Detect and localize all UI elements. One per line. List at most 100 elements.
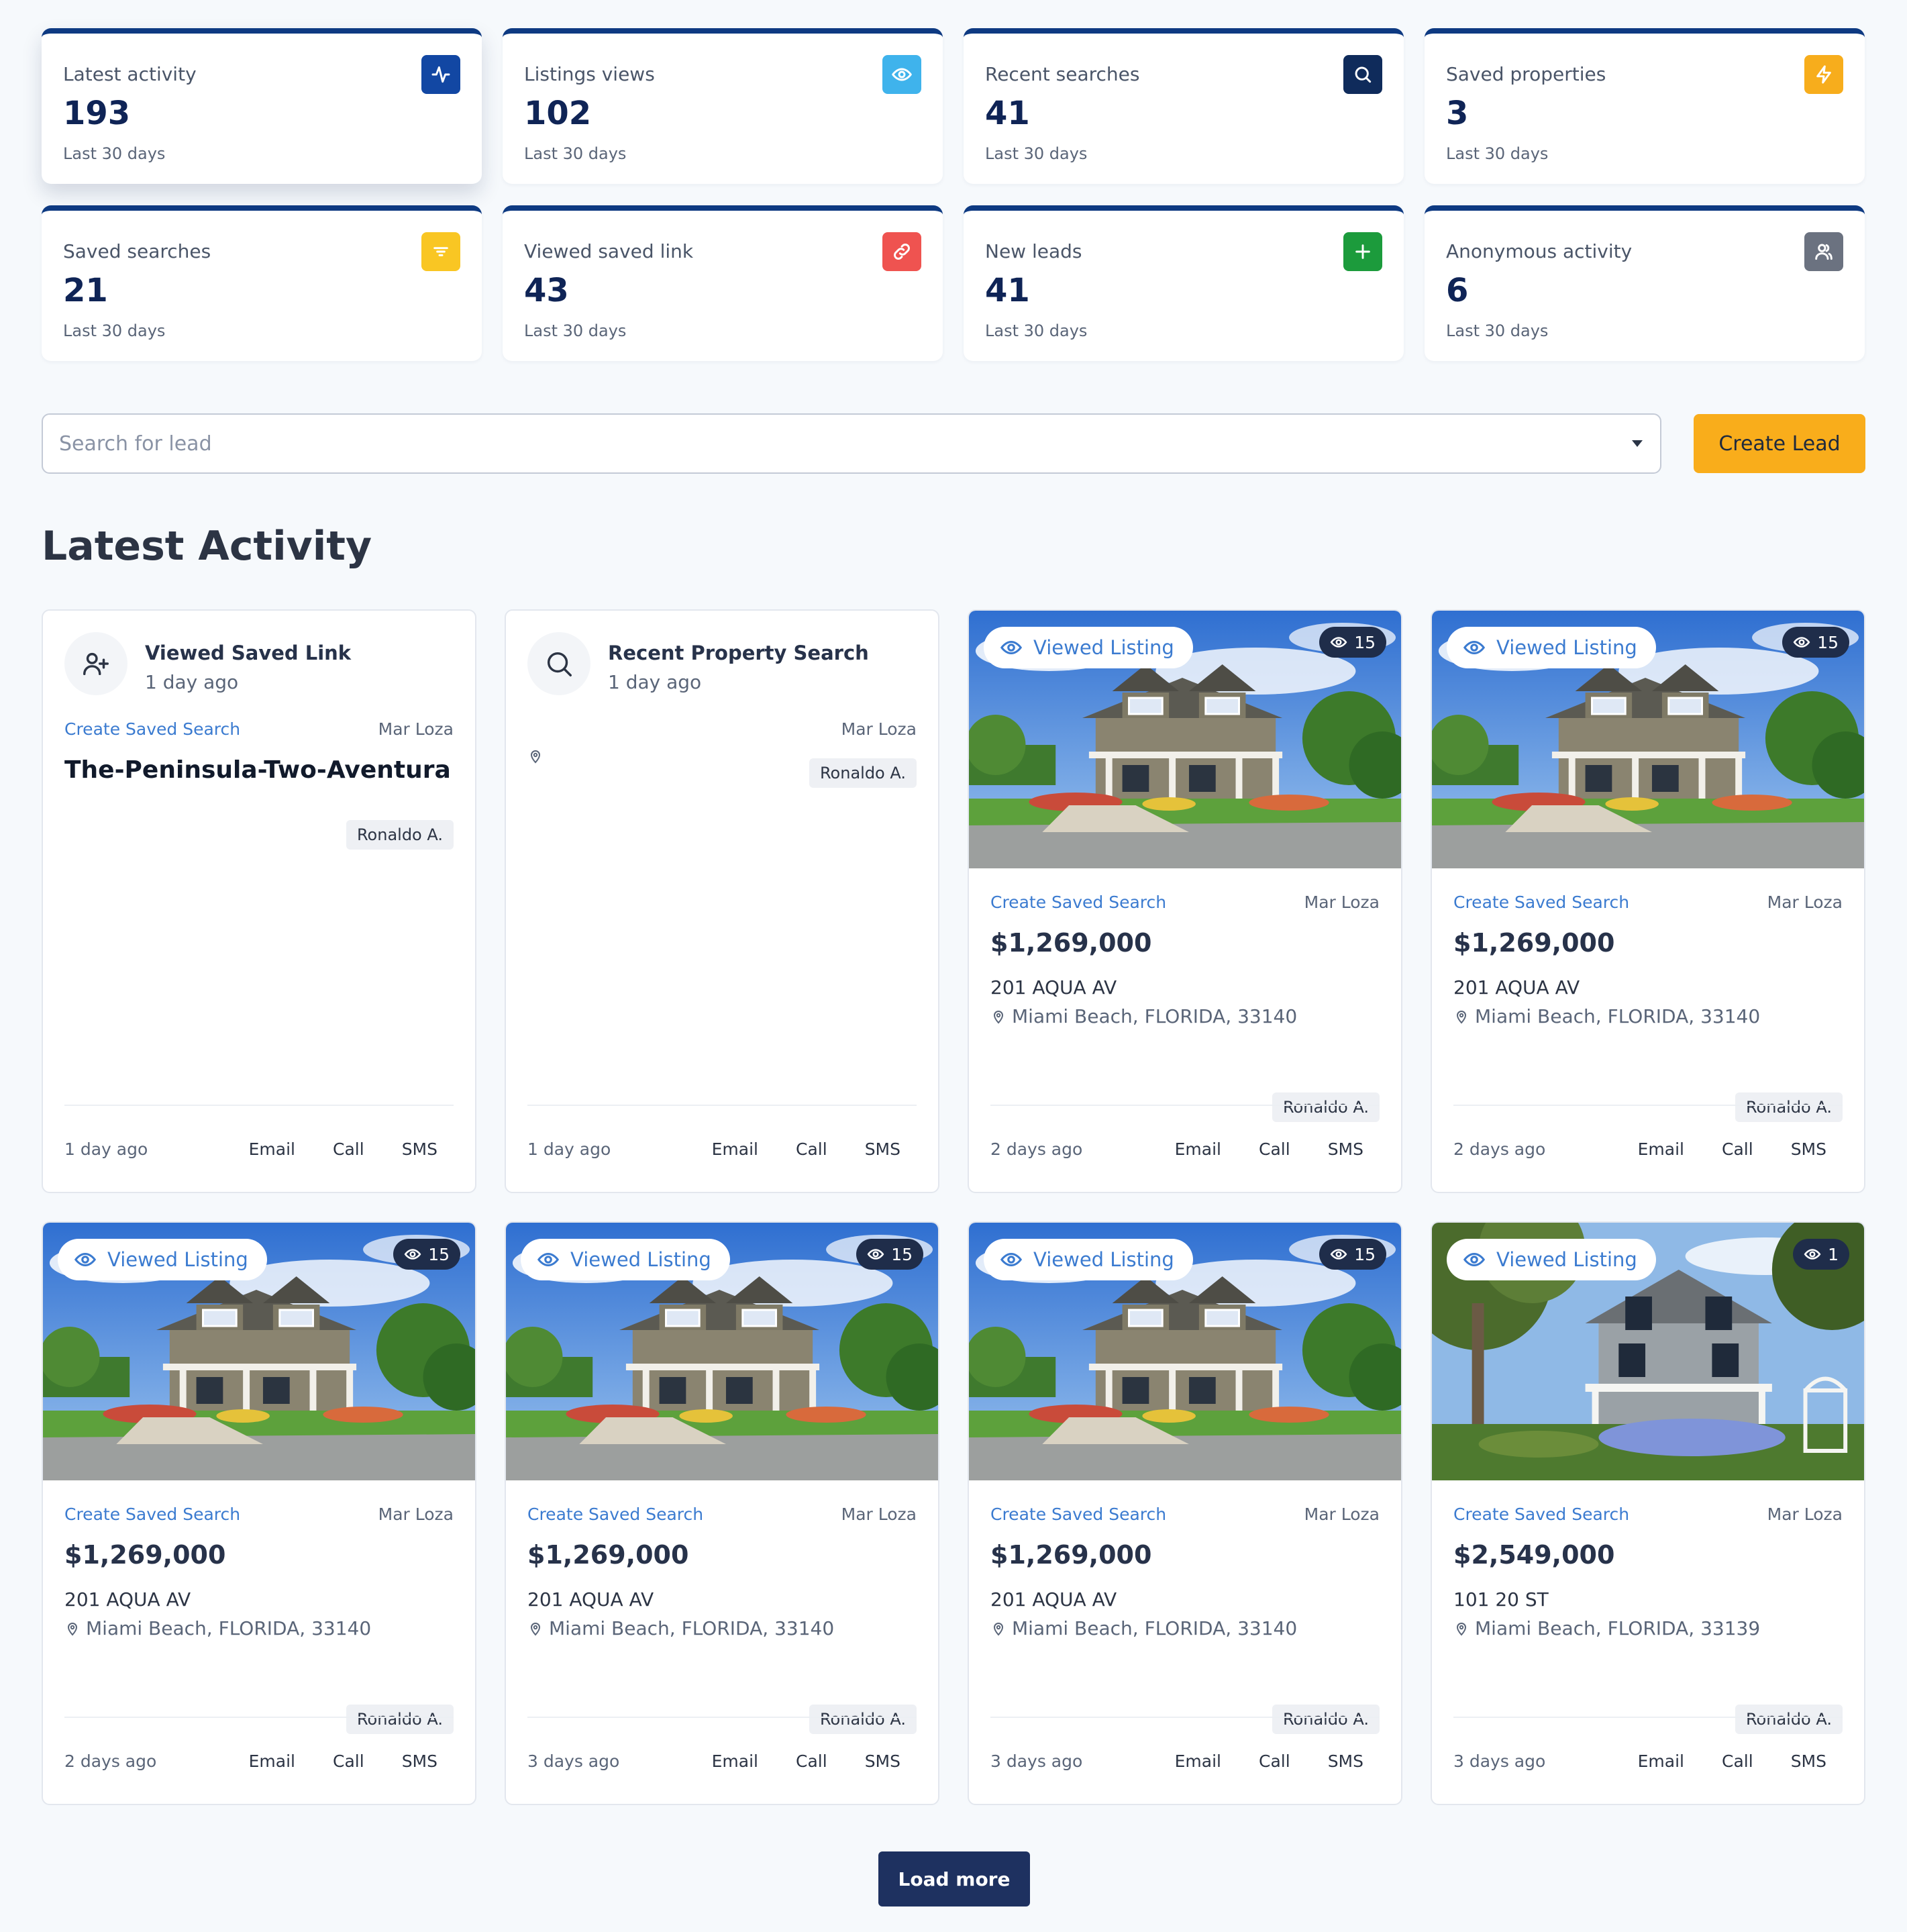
email-action[interactable]: Email <box>1175 1139 1221 1159</box>
listing-price: $1,269,000 <box>1453 928 1615 958</box>
activity-card-listing-1[interactable]: Viewed Listing 15 Create Saved Search Ma… <box>968 609 1402 1193</box>
create-saved-search-link[interactable]: Create Saved Search <box>64 719 240 739</box>
create-saved-search-link[interactable]: Create Saved Search <box>527 1505 703 1524</box>
call-action[interactable]: Call <box>333 1139 364 1159</box>
create-lead-button[interactable]: Create Lead <box>1694 414 1865 473</box>
lead-search-input[interactable] <box>59 431 1644 456</box>
eye-icon <box>1330 1249 1347 1260</box>
dashboard: Latest activity 193 Last 30 days Listing… <box>42 28 1865 1805</box>
link-icon <box>882 232 921 271</box>
sms-action[interactable]: SMS <box>1328 1139 1363 1159</box>
call-action[interactable]: Call <box>1722 1139 1753 1159</box>
activity-card-listing-2[interactable]: Viewed Listing 15 Create Saved Search Ma… <box>1431 609 1865 1193</box>
viewed-listing-badge: Viewed Listing <box>1447 627 1656 668</box>
create-saved-search-link[interactable]: Create Saved Search <box>1453 893 1629 912</box>
email-action[interactable]: Email <box>249 1139 295 1159</box>
view-count: 15 <box>1354 1244 1376 1264</box>
card-footer: 2 days ago Email Call SMS <box>1453 1105 1843 1192</box>
sms-action[interactable]: SMS <box>1328 1751 1363 1771</box>
sms-action[interactable]: SMS <box>865 1751 900 1771</box>
activity-card-listing-4[interactable]: Viewed Listing 15 Create Saved Search Ma… <box>505 1221 939 1805</box>
sms-action[interactable]: SMS <box>402 1751 437 1771</box>
activity-card-listing-3[interactable]: Viewed Listing 15 Create Saved Search Ma… <box>42 1221 476 1805</box>
listing-city: Miami Beach, FLORIDA, 33140 <box>527 1617 917 1639</box>
call-action[interactable]: Call <box>796 1139 827 1159</box>
card-footer: 3 days ago Email Call SMS <box>527 1717 917 1804</box>
stat-value: 41 <box>985 95 1030 132</box>
view-count-badge: 15 <box>393 1239 460 1270</box>
eye-icon <box>867 1249 884 1260</box>
sms-action[interactable]: SMS <box>1791 1139 1826 1159</box>
agent-name: Mar Loza <box>1767 893 1843 912</box>
view-count-badge: 15 <box>1319 627 1386 658</box>
activity-time: 1 day ago <box>145 671 239 693</box>
stat-label: Anonymous activity <box>1446 240 1633 262</box>
email-action[interactable]: Email <box>1638 1139 1684 1159</box>
load-more-button[interactable]: Load more <box>878 1851 1030 1906</box>
listing-photo[interactable]: Viewed Listing 1 <box>1432 1223 1864 1480</box>
stat-recent-searches[interactable]: Recent searches 41 Last 30 days <box>964 28 1404 184</box>
listing-city: Miami Beach, FLORIDA, 33140 <box>990 1617 1380 1639</box>
lead-search-select[interactable] <box>42 413 1661 474</box>
stat-label: Saved properties <box>1446 63 1606 85</box>
footer-time: 2 days ago <box>990 1139 1083 1159</box>
stat-value: 41 <box>985 272 1030 309</box>
stat-saved-searches[interactable]: Saved searches 21 Last 30 days <box>42 205 482 361</box>
location-pin-icon <box>1456 1622 1467 1635</box>
stat-label: Listings views <box>524 63 655 85</box>
activity-card-listing-6[interactable]: Viewed Listing 1 Create Saved Search Mar… <box>1431 1221 1865 1805</box>
activity-card-search[interactable]: Recent Property Search 1 day ago Mar Loz… <box>505 609 939 1193</box>
activity-card-listing-5[interactable]: Viewed Listing 15 Create Saved Search Ma… <box>968 1221 1402 1805</box>
listing-photo[interactable]: Viewed Listing 15 <box>969 1223 1401 1480</box>
sms-action[interactable]: SMS <box>1791 1751 1826 1771</box>
stat-value: 102 <box>524 95 592 132</box>
listing-price: $1,269,000 <box>527 1540 689 1570</box>
stat-listings-views[interactable]: Listings views 102 Last 30 days <box>503 28 943 184</box>
sms-action[interactable]: SMS <box>865 1139 900 1159</box>
stats-grid: Latest activity 193 Last 30 days Listing… <box>42 28 1865 361</box>
email-action[interactable]: Email <box>712 1139 758 1159</box>
stat-value: 6 <box>1446 272 1469 309</box>
card-footer: 2 days ago Email Call SMS <box>64 1717 454 1804</box>
listing-address: 101 20 ST <box>1453 1588 1549 1611</box>
eye-icon <box>1793 637 1810 648</box>
view-count: 15 <box>428 1244 450 1264</box>
stat-new-leads[interactable]: New leads 41 Last 30 days <box>964 205 1404 361</box>
viewed-listing-badge: Viewed Listing <box>58 1239 267 1280</box>
lead-tag[interactable]: Ronaldo A. <box>346 820 454 850</box>
create-saved-search-link[interactable]: Create Saved Search <box>1453 1505 1629 1524</box>
create-saved-search-link[interactable]: Create Saved Search <box>990 893 1166 912</box>
call-action[interactable]: Call <box>1259 1139 1290 1159</box>
email-action[interactable]: Email <box>1638 1751 1684 1771</box>
listing-photo[interactable]: Viewed Listing 15 <box>43 1223 475 1480</box>
stat-latest-activity[interactable]: Latest activity 193 Last 30 days <box>42 28 482 184</box>
stat-saved-properties[interactable]: Saved properties 3 Last 30 days <box>1425 28 1865 184</box>
activity-title: Viewed Saved Link <box>145 642 352 664</box>
badge-label: Viewed Listing <box>1496 636 1637 659</box>
stat-period: Last 30 days <box>985 144 1088 163</box>
call-action[interactable]: Call <box>1722 1751 1753 1771</box>
create-saved-search-link[interactable]: Create Saved Search <box>64 1505 240 1524</box>
call-action[interactable]: Call <box>796 1751 827 1771</box>
stat-period: Last 30 days <box>63 321 166 340</box>
activity-card-saved-link[interactable]: Viewed Saved Link 1 day ago Create Saved… <box>42 609 476 1193</box>
sms-action[interactable]: SMS <box>402 1139 437 1159</box>
chevron-down-icon[interactable] <box>1632 440 1643 447</box>
email-action[interactable]: Email <box>712 1751 758 1771</box>
listing-photo[interactable]: Viewed Listing 15 <box>506 1223 938 1480</box>
eye-icon <box>1463 1252 1486 1267</box>
create-saved-search-link[interactable]: Create Saved Search <box>990 1505 1166 1524</box>
email-action[interactable]: Email <box>249 1751 295 1771</box>
viewed-listing-badge: Viewed Listing <box>984 627 1193 668</box>
email-action[interactable]: Email <box>1175 1751 1221 1771</box>
stat-viewed-saved-link[interactable]: Viewed saved link 43 Last 30 days <box>503 205 943 361</box>
agent-name: Mar Loza <box>841 719 917 739</box>
footer-time: 3 days ago <box>1453 1751 1546 1771</box>
listing-photo[interactable]: Viewed Listing 15 <box>969 611 1401 868</box>
lead-tag[interactable]: Ronaldo A. <box>809 758 917 788</box>
call-action[interactable]: Call <box>1259 1751 1290 1771</box>
stat-anonymous-activity[interactable]: Anonymous activity 6 Last 30 days <box>1425 205 1865 361</box>
listing-photo[interactable]: Viewed Listing 15 <box>1432 611 1864 868</box>
stat-period: Last 30 days <box>985 321 1088 340</box>
call-action[interactable]: Call <box>333 1751 364 1771</box>
